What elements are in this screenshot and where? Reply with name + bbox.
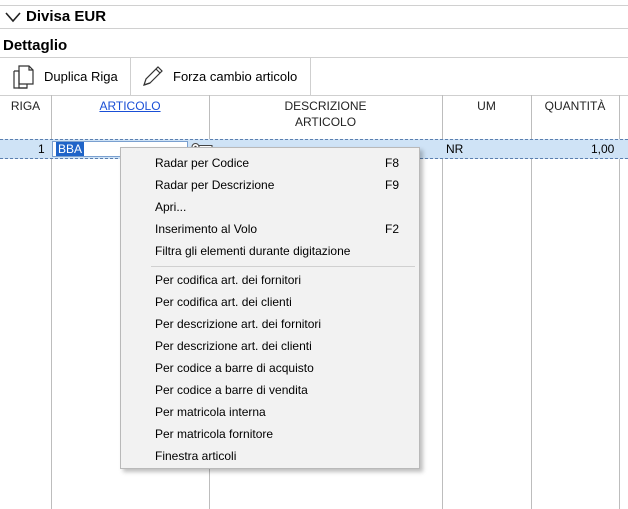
divider bbox=[0, 28, 628, 29]
detail-title: Dettaglio bbox=[3, 37, 68, 54]
menu-item-descrizione-clienti[interactable]: Per descrizione art. dei clienti bbox=[121, 335, 419, 357]
menu-item-label: Inserimento al Volo bbox=[155, 222, 258, 236]
menu-item-codifica-fornitori[interactable]: Per codifica art. dei fornitori bbox=[121, 269, 419, 291]
duplicate-row-button[interactable]: Duplica Riga bbox=[6, 58, 131, 95]
duplicate-row-label: Duplica Riga bbox=[44, 69, 118, 84]
articolo-selected-text: BBA bbox=[56, 142, 85, 156]
divider bbox=[0, 5, 628, 6]
cell-quantita: 1,00 bbox=[591, 142, 615, 156]
menu-item-label: Per codifica art. dei clienti bbox=[155, 295, 292, 309]
force-item-change-label: Forza cambio articolo bbox=[173, 69, 298, 84]
menu-item-label: Per codice a barre di acquisto bbox=[155, 361, 314, 375]
menu-item-label: Per descrizione art. dei fornitori bbox=[155, 317, 322, 331]
column-header-riga[interactable]: RIGA bbox=[0, 95, 51, 137]
menu-item-inserimento-volo[interactable]: Inserimento al Volo F2 bbox=[121, 218, 419, 240]
cell-um: NR bbox=[446, 142, 464, 156]
menu-item-label: Per descrizione art. dei clienti bbox=[155, 339, 312, 353]
force-item-change-button[interactable]: Forza cambio articolo bbox=[133, 58, 311, 95]
menu-item-label: Apri... bbox=[155, 200, 187, 214]
detail-toolbar: Duplica Riga Forza cambio articolo bbox=[0, 57, 628, 96]
header-line: ARTICOLO bbox=[294, 115, 357, 129]
menu-item-finestra-articoli[interactable]: Finestra articoli bbox=[121, 445, 419, 467]
column-header-um[interactable]: UM bbox=[442, 95, 531, 137]
menu-item-label: Finestra articoli bbox=[155, 449, 237, 463]
column-header-quantita[interactable]: QUANTITÀ bbox=[531, 95, 619, 137]
menu-item-label: Filtra gli elementi durante digitazione bbox=[155, 244, 351, 258]
menu-item-filtra-digitazione[interactable]: Filtra gli elementi durante digitazione bbox=[121, 240, 419, 262]
chevron-down-icon[interactable] bbox=[4, 10, 22, 24]
menu-item-shortcut: F8 bbox=[385, 156, 400, 170]
copy-document-icon bbox=[13, 64, 34, 89]
menu-item-label: Radar per Codice bbox=[155, 156, 250, 170]
menu-item-label: Radar per Descrizione bbox=[155, 178, 275, 192]
menu-item-label: Per matricola fornitore bbox=[155, 427, 274, 441]
menu-item-shortcut: F9 bbox=[385, 178, 400, 192]
column-header-articolo[interactable]: ARTICOLO bbox=[51, 95, 209, 137]
menu-item-barre-vendita[interactable]: Per codice a barre di vendita bbox=[121, 379, 419, 401]
menu-separator bbox=[151, 266, 415, 267]
menu-item-shortcut: F2 bbox=[385, 222, 400, 236]
pencil-icon bbox=[143, 65, 163, 86]
menu-item-barre-acquisto[interactable]: Per codice a barre di acquisto bbox=[121, 357, 419, 379]
header-line: DESCRIZIONE bbox=[284, 99, 367, 113]
menu-item-descrizione-fornitori[interactable]: Per descrizione art. dei fornitori bbox=[121, 313, 419, 335]
currency-section-header[interactable]: Divisa EUR bbox=[0, 0, 628, 30]
context-menu: Radar per Codice F8 Radar per Descrizion… bbox=[120, 147, 420, 469]
menu-item-apri[interactable]: Apri... bbox=[121, 196, 419, 218]
menu-item-label: Per codice a barre di vendita bbox=[155, 383, 308, 397]
column-header-descrizione[interactable]: DESCRIZIONE ARTICOLO bbox=[209, 95, 442, 137]
menu-item-matricola-fornitore[interactable]: Per matricola fornitore bbox=[121, 423, 419, 445]
cell-riga: 1 bbox=[38, 142, 45, 156]
menu-item-codifica-clienti[interactable]: Per codifica art. dei clienti bbox=[121, 291, 419, 313]
section-title: Divisa EUR bbox=[26, 8, 107, 25]
menu-item-label: Per matricola interna bbox=[155, 405, 266, 419]
menu-item-matricola-interna[interactable]: Per matricola interna bbox=[121, 401, 419, 423]
menu-item-radar-codice[interactable]: Radar per Codice F8 bbox=[121, 152, 419, 174]
menu-item-radar-descrizione[interactable]: Radar per Descrizione F9 bbox=[121, 174, 419, 196]
menu-item-label: Per codifica art. dei fornitori bbox=[155, 273, 302, 287]
